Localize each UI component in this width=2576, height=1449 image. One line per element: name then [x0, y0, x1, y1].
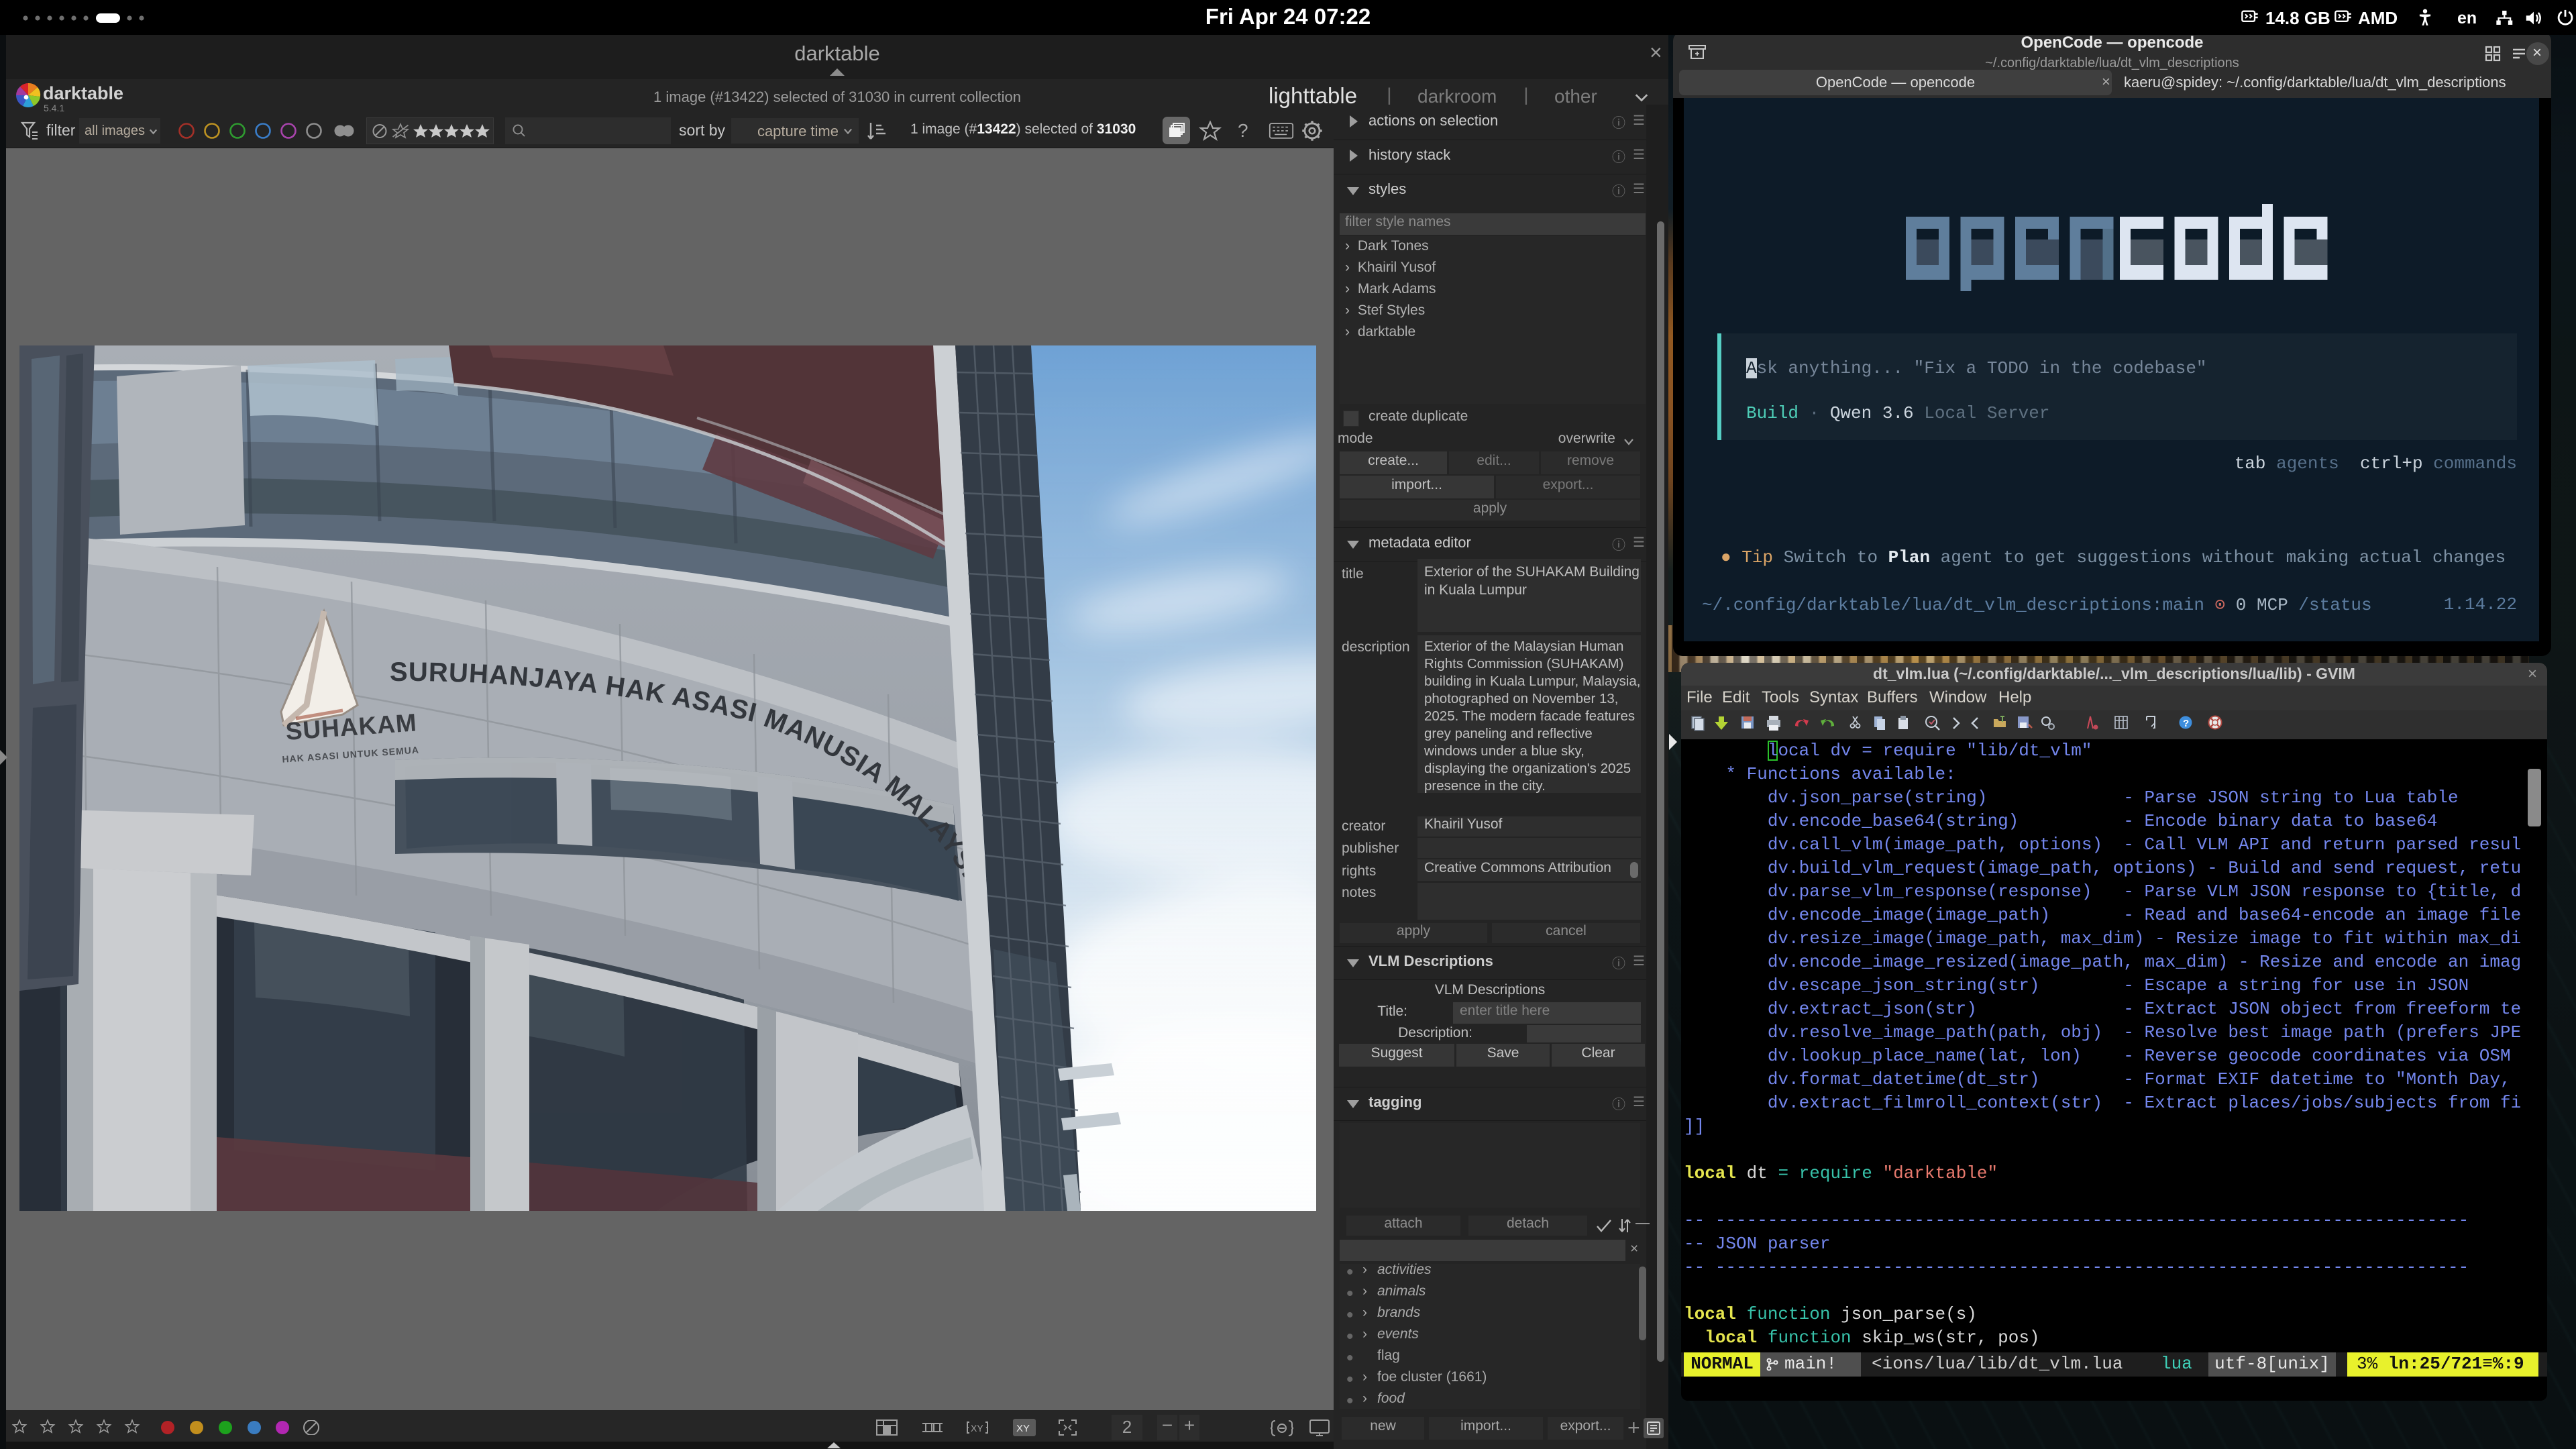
svg-text:XY: XY — [1016, 1423, 1030, 1434]
svg-text:XY: XY — [971, 1423, 983, 1434]
svg-text:?: ? — [2183, 718, 2189, 729]
